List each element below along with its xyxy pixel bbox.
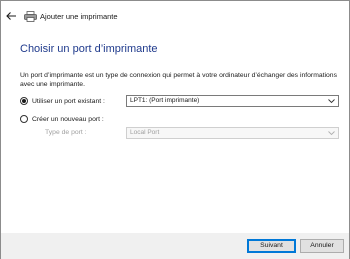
title-bar: Ajouter une imprimante xyxy=(1,1,349,31)
existing-port-radio[interactable] xyxy=(20,97,28,105)
existing-port-radio-row[interactable]: Utiliser un port existant : xyxy=(20,97,105,105)
page-description: Un port d’imprimante est un type de conn… xyxy=(20,72,337,88)
existing-port-label: Utiliser un port existant : xyxy=(32,97,105,105)
cancel-button[interactable]: Annuler xyxy=(300,239,344,253)
next-button[interactable]: Suivant xyxy=(247,239,296,253)
port-type-value: Local Port xyxy=(130,129,160,136)
add-printer-window: Ajouter une imprimante Choisir un port d… xyxy=(0,0,350,259)
chevron-down-icon xyxy=(328,99,335,104)
window-title: Ajouter une imprimante xyxy=(40,12,118,21)
page-heading: Choisir un port d’imprimante xyxy=(20,43,158,55)
radio-selected-dot xyxy=(22,99,26,103)
new-port-label: Créer un nouveau port : xyxy=(32,115,104,123)
footer-bar xyxy=(1,233,349,259)
new-port-radio-row[interactable]: Créer un nouveau port : xyxy=(20,115,104,123)
printer-icon xyxy=(24,11,37,22)
new-port-radio[interactable] xyxy=(20,115,28,123)
existing-port-select[interactable]: LPT1: (Port imprimante) xyxy=(126,95,339,107)
existing-port-value: LPT1: (Port imprimante) xyxy=(130,97,200,104)
port-type-label: Type de port : xyxy=(45,129,87,136)
port-type-select[interactable]: Local Port xyxy=(126,127,339,139)
chevron-down-icon xyxy=(328,131,335,136)
back-arrow-icon[interactable] xyxy=(5,11,17,21)
